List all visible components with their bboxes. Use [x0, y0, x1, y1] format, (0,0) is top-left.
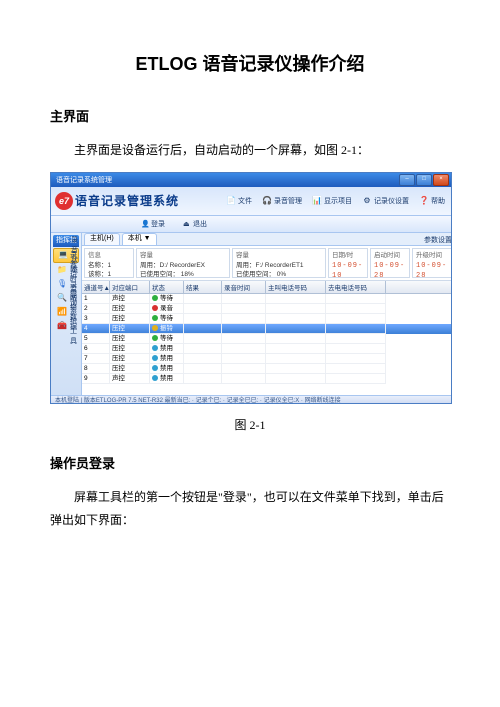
- login-icon: 👤: [141, 220, 149, 228]
- menu-display[interactable]: 📊显示项目: [312, 196, 352, 206]
- col-port[interactable]: 对应端口: [110, 281, 150, 293]
- main-menu: 📄文件 🎧录音管理 📊显示项目 ⚙记录仪设置 ❓帮助: [226, 196, 451, 206]
- body-text-2: 屏幕工具栏的第一个按钮是"登录"，也可以在文件菜单下找到，单击后弹出如下界面：: [50, 486, 450, 532]
- tools-icon: 🧰: [57, 321, 67, 331]
- toolbar: 👤登录 ⏏退出: [51, 216, 451, 233]
- menu-file[interactable]: 📄文件: [226, 196, 252, 206]
- table-row[interactable]: 5压控等待: [82, 334, 452, 344]
- status-bar: 本机登陆 | 版本ETLOG-PR 7.5 NET-R32 最新当已: · 记录…: [51, 395, 451, 404]
- section-main-ui: 主界面: [50, 106, 450, 125]
- logo-area: e7 语音记录管理系统: [51, 192, 179, 210]
- table-row[interactable]: 2压控录音: [82, 304, 452, 314]
- table-row[interactable]: 9声控禁用: [82, 374, 452, 384]
- info-capacity-1: 容量 周用：D:/ RecorderEX 已使用空间： 18%: [136, 248, 230, 278]
- gear-icon: ⚙: [362, 196, 372, 206]
- app-banner: e7 语音记录管理系统 📄文件 🎧录音管理 📊显示项目 ⚙记录仪设置 ❓帮助: [51, 187, 451, 216]
- exit-icon: ⏏: [183, 220, 191, 228]
- minimize-button[interactable]: –: [399, 174, 415, 186]
- screen-icon: 💻: [58, 250, 68, 260]
- status-dot-icon: [152, 315, 158, 321]
- col-result[interactable]: 结果: [184, 281, 222, 293]
- menu-settings[interactable]: ⚙记录仪设置: [362, 196, 409, 206]
- logo-icon: e7: [55, 192, 73, 210]
- exit-button[interactable]: ⏏退出: [183, 219, 207, 229]
- status-dot-icon: [152, 305, 158, 311]
- search-icon: 🔍: [57, 293, 67, 303]
- status-dot-icon: [152, 375, 158, 381]
- tab-bar: 主机(H) 本机 ▼ 参数设置: [82, 233, 452, 246]
- tab-right-link[interactable]: 参数设置: [424, 235, 452, 245]
- table-row[interactable]: 4压控振铃: [82, 324, 452, 334]
- table-row[interactable]: 8压控禁用: [82, 364, 452, 374]
- table-row[interactable]: 3压控等待: [82, 314, 452, 324]
- col-channel[interactable]: 通道号▲: [82, 281, 110, 293]
- maximize-button[interactable]: □: [416, 174, 432, 186]
- sidebar: 指挥控制 💻录音状态 📁录音记录 🎙即时监听 🔍查询 📶网络数据 🧰系统工具: [51, 233, 82, 395]
- status-dot-icon: [152, 295, 158, 301]
- col-callee[interactable]: 去电电话号码: [326, 281, 386, 293]
- tab-host[interactable]: 主机(H): [84, 233, 120, 245]
- login-button[interactable]: 👤登录: [141, 219, 165, 229]
- record-icon: 🎧: [262, 196, 272, 206]
- info-datetime: 日期/时 10-09-10 09:18:03: [328, 248, 368, 278]
- section-operator-login: 操作员登录: [50, 453, 450, 472]
- info-start-time: 启动时间 10-09-28 21:02:56: [370, 248, 410, 278]
- info-upgrade-time: 升级时间 10-09-28 21:35:21: [412, 248, 452, 278]
- window-title: 语音记录系统管理: [53, 175, 112, 185]
- network-icon: 📶: [57, 307, 67, 317]
- status-dot-icon: [152, 335, 158, 341]
- info-capacity-2: 容量 周用：F:/ RecorderET1 已使用空间： 0%: [232, 248, 326, 278]
- display-icon: 📊: [312, 196, 322, 206]
- main-panel: 主机(H) 本机 ▼ 参数设置 信息 名称：1 该称：1 容量 周用：D:/ R…: [82, 233, 452, 395]
- app-screenshot: 语音记录系统管理 – □ × e7 语音记录管理系统 📄文件 🎧录音管理 📊显示…: [50, 172, 452, 404]
- info-basic: 信息 名称：1 该称：1: [84, 248, 134, 278]
- records-icon: 📁: [57, 265, 67, 275]
- sidebar-item-tools[interactable]: 🧰系统工具: [53, 320, 79, 333]
- status-dot-icon: [152, 355, 158, 361]
- table-row[interactable]: 7压控禁用: [82, 354, 452, 364]
- info-band: 信息 名称：1 该称：1 容量 周用：D:/ RecorderEX 已使用空间：…: [82, 246, 452, 281]
- window-titlebar: 语音记录系统管理 – □ ×: [51, 173, 451, 187]
- status-dot-icon: [152, 345, 158, 351]
- file-icon: 📄: [226, 196, 236, 206]
- menu-record[interactable]: 🎧录音管理: [262, 196, 302, 206]
- menu-help[interactable]: ❓帮助: [419, 196, 445, 206]
- logo-text: 语音记录管理系统: [75, 192, 179, 209]
- table-row[interactable]: 1声控等待: [82, 294, 452, 304]
- channel-grid: 通道号▲ 对应端口 状态 结果 录音时间 主叫电话号码 去电电话号码 1声控等待…: [82, 281, 452, 395]
- table-row[interactable]: 6压控禁用: [82, 344, 452, 354]
- help-icon: ❓: [419, 196, 429, 206]
- monitor-icon: 🎙: [57, 279, 67, 289]
- grid-header: 通道号▲ 对应端口 状态 结果 录音时间 主叫电话号码 去电电话号码: [82, 281, 452, 294]
- close-button[interactable]: ×: [433, 174, 449, 186]
- col-caller[interactable]: 主叫电话号码: [266, 281, 326, 293]
- status-dot-icon: [152, 325, 158, 331]
- figure-caption: 图 2-1: [50, 416, 450, 433]
- window-controls: – □ ×: [399, 174, 449, 186]
- intro-text-1: 主界面是设备运行后，自动启动的一个屏幕，如图 2-1：: [50, 139, 450, 162]
- col-status[interactable]: 状态: [150, 281, 184, 293]
- status-dot-icon: [152, 365, 158, 371]
- doc-title: ETLOG 语音记录仪操作介绍: [50, 50, 450, 76]
- tab-local[interactable]: 本机 ▼: [122, 233, 157, 245]
- col-rectime[interactable]: 录音时间: [222, 281, 266, 293]
